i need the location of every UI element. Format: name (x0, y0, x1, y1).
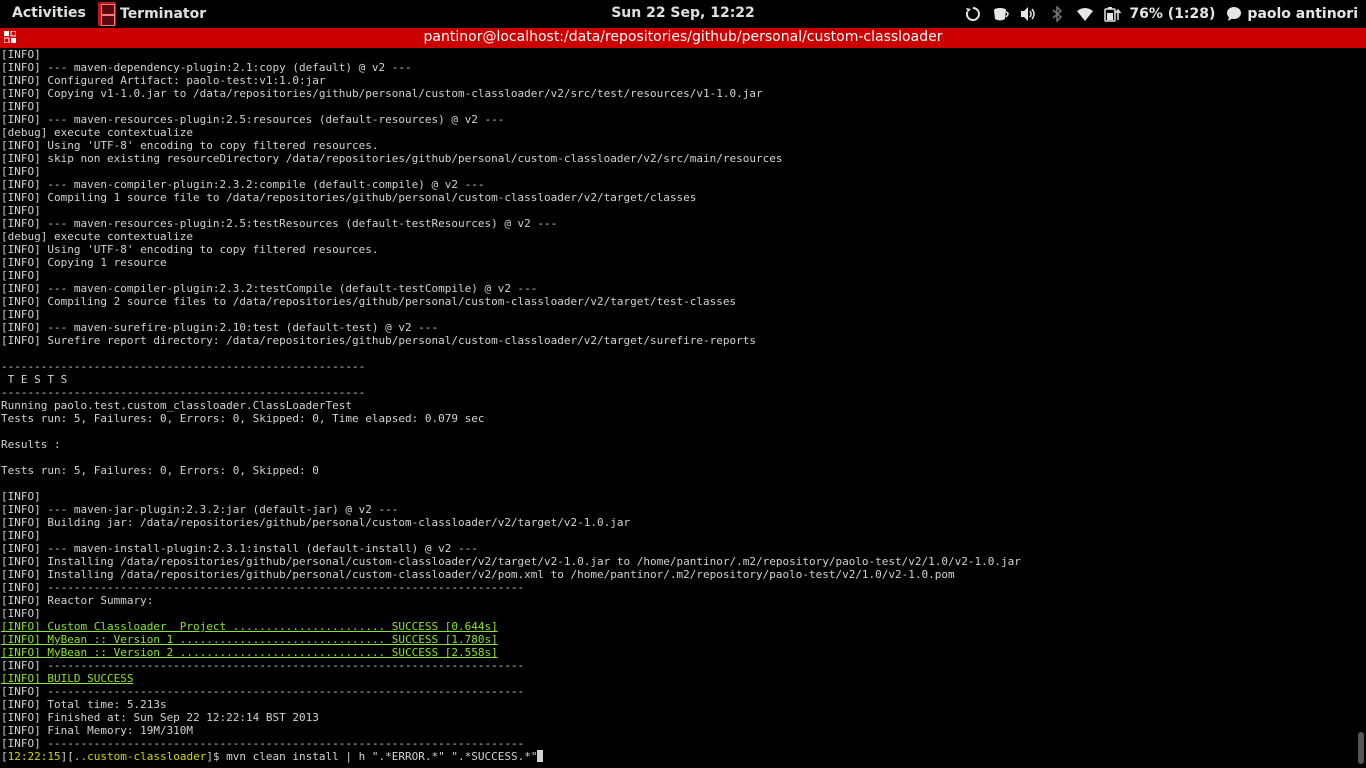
terminal-line: [INFO] ---------------------------------… (1, 659, 525, 672)
terminal-output[interactable]: [INFO] [INFO] --- maven-dependency-plugin… (0, 48, 1356, 768)
terminal-line: [INFO] --- maven-resources-plugin:2.5:re… (1, 113, 505, 126)
terminal-line: [INFO] Copying v1-1.0.jar to /data/repos… (1, 87, 763, 100)
bluetooth-icon[interactable] (1043, 0, 1071, 28)
terminal-line: [INFO] Using 'UTF-8' encoding to copy fi… (1, 139, 379, 152)
battery-icon[interactable] (1099, 0, 1127, 28)
text-cursor (537, 750, 544, 762)
terminal-line: [INFO] Final Memory: 19M/310M (1, 724, 194, 737)
terminal-line: [INFO] --- maven-resources-plugin:2.5:te… (1, 217, 558, 230)
top-bar: Activities Terminator Sun 22 Sep, 12:22 … (0, 0, 1366, 28)
terminal-line: [INFO] ---------------------------------… (1, 737, 525, 750)
terminal-line: [INFO] (1, 490, 41, 503)
terminal-line: ----------------------------------------… (1, 360, 366, 373)
terminal-line: [INFO] (1, 100, 41, 113)
terminal-line: [debug] execute contextualize (1, 230, 194, 243)
terminal-line: Tests run: 5, Failures: 0, Errors: 0, Sk… (1, 464, 319, 477)
terminal-line: [INFO] Compiling 2 source files to /data… (1, 295, 737, 308)
terminal-line: [INFO] (1, 269, 41, 282)
terminal-line: [INFO] Surefire report directory: /data/… (1, 334, 756, 347)
terminal-line: [INFO] Compiling 1 source file to /data/… (1, 191, 697, 204)
prompt-timestamp: 12:22:15 (7, 750, 61, 763)
volume-icon[interactable] (1015, 0, 1043, 28)
terminal-line: [INFO] BUILD SUCCESS (1, 672, 134, 685)
terminal-line: [INFO] ---------------------------------… (1, 581, 525, 594)
terminal-line: [INFO] (1, 165, 41, 178)
terminal-line: [INFO] --- maven-jar-plugin:2.3.2:jar (d… (1, 503, 399, 516)
terminal-line: [INFO] (1, 529, 41, 542)
terminal-line: [INFO] --- maven-compiler-plugin:2.3.2:c… (1, 178, 485, 191)
window-title: pantinor@localhost:/data/repositories/gi… (423, 29, 943, 45)
prompt-command: $ mvn clean install | h ".*ERROR.*" ".*S… (212, 750, 538, 763)
terminal-line: [INFO] ---------------------------------… (1, 685, 525, 698)
terminal-line: [INFO] Custom Classloader Project ......… (1, 620, 498, 633)
terminal-line: [INFO] (1, 607, 41, 620)
sync-icon[interactable] (959, 0, 987, 28)
terminal-line: [INFO] Finished at: Sun Sep 22 12:22:14 … (1, 711, 319, 724)
prompt-directory: ..custom-classloader (73, 750, 207, 763)
terminal-lines: [INFO] [INFO] --- maven-dependency-plugin… (0, 48, 1356, 750)
terminal-line: Running paolo.test.custom_classloader.Cl… (1, 399, 352, 412)
status-area: 76% (1:28) paolo antinori (959, 0, 1358, 28)
wifi-icon[interactable] (1071, 0, 1099, 28)
terminal-line: [INFO] MyBean :: Version 1 .............… (1, 633, 498, 646)
terminal-line: [INFO] --- maven-compiler-plugin:2.3.2:t… (1, 282, 538, 295)
window-titlebar[interactable]: pantinor@localhost:/data/repositories/gi… (0, 28, 1366, 48)
terminal-line: [INFO] MyBean :: Version 2 .............… (1, 646, 498, 659)
terminal-line: T E S T S (1, 373, 68, 386)
terminal-line: [INFO] skip non existing resourceDirecto… (1, 152, 783, 165)
terminal-line: [INFO] Building jar: /data/repositories/… (1, 516, 631, 529)
terminal-line: [INFO] Reactor Summary: (1, 594, 154, 607)
terminal-line: Results : (1, 438, 61, 451)
terminal-line: [INFO] Total time: 5.213s (1, 698, 167, 711)
terminal-line: [INFO] Using 'UTF-8' encoding to copy fi… (1, 243, 379, 256)
terminal-line: [INFO] (1, 204, 41, 217)
terminal-line: [INFO] Installing /data/repositories/git… (1, 568, 955, 581)
scrollbar-thumb[interactable] (1358, 732, 1364, 764)
terminal-line: [INFO] (1, 48, 41, 61)
terminal-line: ----------------------------------------… (1, 386, 366, 399)
coffee-icon[interactable] (987, 0, 1015, 28)
battery-status-text[interactable]: 76% (1:28) (1129, 6, 1215, 22)
terminal-line: [INFO] Installing /data/repositories/git… (1, 555, 1021, 568)
terminal-line: Tests run: 5, Failures: 0, Errors: 0, Sk… (1, 412, 485, 425)
terminal-line: [INFO] (1, 308, 41, 321)
terminal-line: [INFO] --- maven-dependency-plugin:2.1:c… (1, 61, 412, 74)
chat-icon[interactable] (1225, 0, 1243, 28)
terminal-line: [INFO] --- maven-surefire-plugin:2.10:te… (1, 321, 439, 334)
terminal-scrollbar[interactable] (1356, 48, 1366, 768)
terminal-line: [INFO] --- maven-install-plugin:2.3.1:in… (1, 542, 478, 555)
terminal-line: [INFO] Configured Artifact: paolo-test:v… (1, 74, 326, 87)
user-menu[interactable]: paolo antinori (1247, 6, 1358, 22)
terminal-line: [INFO] Copying 1 resource (1, 256, 167, 269)
shell-prompt[interactable]: [12:22:15][..custom-classloader]$ mvn cl… (0, 750, 1356, 763)
terminal-line: [debug] execute contextualize (1, 126, 194, 139)
